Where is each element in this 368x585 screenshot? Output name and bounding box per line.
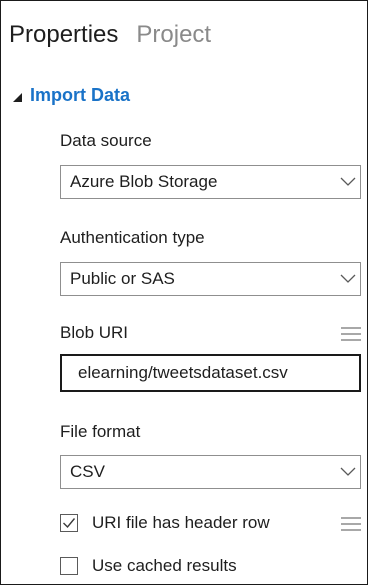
tab-project[interactable]: Project bbox=[136, 19, 211, 51]
header-row-label: URI file has header row bbox=[92, 513, 270, 532]
menu-lines-icon[interactable] bbox=[341, 327, 361, 343]
file-format-select[interactable]: CSV bbox=[60, 455, 361, 489]
data-source-value: Azure Blob Storage bbox=[70, 172, 218, 191]
data-source-select[interactable]: Azure Blob Storage bbox=[60, 165, 361, 199]
cached-results-checkbox[interactable] bbox=[60, 557, 78, 575]
header-row-checkbox[interactable] bbox=[60, 514, 78, 532]
menu-lines-icon[interactable] bbox=[341, 517, 361, 533]
tab-properties[interactable]: Properties bbox=[9, 19, 118, 51]
chevron-down-icon bbox=[336, 262, 360, 296]
properties-panel: Properties Project Import Data Data sour… bbox=[0, 0, 368, 585]
import-data-section-header[interactable]: Import Data bbox=[13, 85, 130, 106]
authentication-type-value: Public or SAS bbox=[70, 269, 175, 288]
chevron-down-icon bbox=[336, 455, 360, 489]
expanded-triangle-icon bbox=[13, 93, 22, 102]
section-title: Import Data bbox=[30, 85, 131, 105]
panel-tabs: Properties Project bbox=[9, 19, 211, 51]
blob-uri-label: Blob URI bbox=[60, 323, 129, 342]
blob-uri-input[interactable]: elearning/tweetsdataset.csv bbox=[60, 354, 361, 392]
checkmark-icon bbox=[63, 518, 76, 529]
file-format-value: CSV bbox=[70, 462, 105, 481]
data-source-label: Data source bbox=[60, 131, 152, 150]
authentication-type-label: Authentication type bbox=[60, 228, 205, 247]
file-format-label: File format bbox=[60, 422, 141, 441]
cached-results-label: Use cached results bbox=[92, 556, 237, 575]
chevron-down-icon bbox=[336, 165, 360, 199]
cached-results-option: Use cached results bbox=[60, 556, 237, 576]
authentication-type-select[interactable]: Public or SAS bbox=[60, 262, 361, 296]
header-row-option: URI file has header row bbox=[60, 513, 270, 533]
